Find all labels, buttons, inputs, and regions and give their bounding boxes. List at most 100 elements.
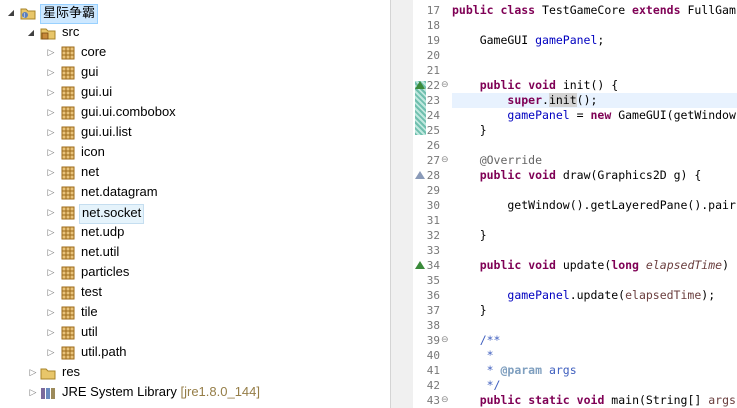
- fold-toggle-icon[interactable]: ⊖: [441, 393, 451, 408]
- package-label[interactable]: gui.ui.combobox: [79, 103, 178, 121]
- expand-arrow-icon[interactable]: ▷: [46, 343, 56, 363]
- expand-arrow-icon[interactable]: ▷: [46, 323, 56, 343]
- tree-item-res[interactable]: ▷ res: [0, 363, 390, 383]
- expand-arrow-icon[interactable]: ▷: [46, 103, 56, 123]
- tree-item-src[interactable]: ◢ src: [0, 23, 390, 43]
- expand-arrow-icon[interactable]: ▷: [46, 243, 56, 263]
- code-line-19: GameGUI gamePanel;: [452, 33, 605, 47]
- jre-label[interactable]: JRE System Library [jre1.8.0_144]: [60, 383, 262, 401]
- tree-item-jre[interactable]: ▷ JRE System Library [jre1.8.0_144]: [0, 383, 390, 403]
- fold-toggle-icon[interactable]: ⊖: [441, 333, 451, 348]
- expand-arrow-icon[interactable]: ▷: [46, 223, 56, 243]
- src-label[interactable]: src: [60, 23, 81, 41]
- tree-item-package[interactable]: ▷ core: [0, 43, 390, 63]
- package-icon: [61, 326, 75, 340]
- tree-item-package[interactable]: ▷ particles: [0, 263, 390, 283]
- package-label[interactable]: gui.ui: [79, 83, 114, 101]
- expand-arrow-icon[interactable]: ▷: [46, 263, 56, 283]
- expand-arrow-icon[interactable]: ▷: [46, 283, 56, 303]
- expand-arrow-icon[interactable]: ▷: [28, 383, 38, 403]
- expand-arrow-icon[interactable]: ▷: [46, 303, 56, 323]
- code-line-25: }: [452, 123, 487, 137]
- view-divider[interactable]: [390, 0, 414, 408]
- expand-arrow-icon[interactable]: ▷: [46, 163, 56, 183]
- tree-item-package[interactable]: ▷ net.datagram: [0, 183, 390, 203]
- expand-arrow-icon[interactable]: ▷: [46, 63, 56, 83]
- tree-item-package[interactable]: ▷ net.util: [0, 243, 390, 263]
- tree-item-package[interactable]: ▷ icon: [0, 143, 390, 163]
- jre-version: [jre1.8.0_144]: [180, 384, 261, 399]
- tree-item-package[interactable]: ▷ util.path: [0, 343, 390, 363]
- line-number: 26: [426, 139, 440, 152]
- line-number: 29: [426, 184, 440, 197]
- package-label[interactable]: net.udp: [79, 223, 126, 241]
- package-label[interactable]: net.socket: [79, 204, 145, 224]
- line-number: 30: [426, 199, 440, 212]
- package-label[interactable]: gui: [79, 63, 100, 81]
- line-number: 34: [413, 258, 452, 273]
- fold-toggle-icon[interactable]: ⊖: [441, 153, 451, 168]
- tree-item-package[interactable]: ▷ test: [0, 283, 390, 303]
- expand-arrow-icon[interactable]: ▷: [46, 143, 56, 163]
- implements-marker-icon[interactable]: [415, 171, 425, 179]
- package-icon: [61, 246, 75, 260]
- package-icon: [61, 46, 75, 60]
- package-label[interactable]: net.util: [79, 243, 121, 261]
- tree-item-package[interactable]: ▷ tile: [0, 303, 390, 323]
- package-icon: [61, 66, 75, 80]
- package-label[interactable]: test: [79, 283, 104, 301]
- package-icon: [61, 106, 75, 120]
- expand-arrow-icon[interactable]: ▷: [46, 83, 56, 103]
- tree-item-package[interactable]: ▷ net.udp: [0, 223, 390, 243]
- package-label[interactable]: net: [79, 163, 101, 181]
- expand-arrow-icon[interactable]: ▷: [28, 363, 38, 383]
- package-label[interactable]: util: [79, 323, 100, 341]
- code-editor[interactable]: public class TestGameCore extends FullGa…: [452, 0, 737, 408]
- package-explorer: ◢ J 星际争霸 ◢ src ▷ core ▷ gui ▷ gui.ui ▷ gui.ui.c…: [0, 0, 390, 408]
- tree-item-package[interactable]: ▷ net: [0, 163, 390, 183]
- project-label[interactable]: 星际争霸: [40, 4, 99, 24]
- expand-arrow-icon[interactable]: ▷: [46, 43, 56, 63]
- package-label[interactable]: util.path: [79, 343, 129, 361]
- line-number: 32: [426, 229, 440, 242]
- package-icon: [61, 186, 75, 200]
- line-number: 19: [426, 34, 440, 47]
- code-line-30: getWindow().getLayeredPane().pair: [452, 198, 736, 212]
- code-line-41: * @param args: [452, 363, 577, 377]
- package-label[interactable]: tile: [79, 303, 100, 321]
- override-marker-icon[interactable]: [415, 81, 425, 89]
- line-number: 21: [426, 64, 440, 77]
- expand-arrow-icon[interactable]: ▷: [46, 123, 56, 143]
- tree-item-package[interactable]: ▷ gui.ui.list: [0, 123, 390, 143]
- line-number: 37: [426, 304, 440, 317]
- package-icon: [61, 166, 75, 180]
- tree-item-package[interactable]: ▷ gui: [0, 63, 390, 83]
- code-line-42: */: [452, 378, 501, 392]
- expand-arrow-icon[interactable]: ▷: [46, 203, 56, 223]
- package-icon: [61, 146, 75, 160]
- tree-item-package[interactable]: ▷ gui.ui.combobox: [0, 103, 390, 123]
- library-icon: [41, 388, 55, 399]
- line-number: 36: [426, 289, 440, 302]
- fold-toggle-icon[interactable]: ⊖: [441, 78, 451, 93]
- override-marker-icon[interactable]: [415, 261, 425, 269]
- package-label[interactable]: gui.ui.list: [79, 123, 134, 141]
- tree-item-package[interactable]: ▷ net.socket: [0, 203, 390, 224]
- package-icon: [61, 226, 75, 240]
- collapse-arrow-icon[interactable]: ◢: [6, 3, 16, 23]
- tree-item-project[interactable]: ◢ J 星际争霸: [0, 3, 390, 24]
- package-label[interactable]: net.datagram: [79, 183, 160, 201]
- expand-arrow-icon[interactable]: ▷: [46, 183, 56, 203]
- line-number: 41: [426, 364, 440, 377]
- tree-item-package[interactable]: ▷ gui.ui: [0, 83, 390, 103]
- package-label[interactable]: core: [79, 43, 108, 61]
- collapse-arrow-icon[interactable]: ◢: [26, 23, 36, 43]
- code-line-17: public class TestGameCore extends FullGa…: [452, 3, 736, 17]
- package-label[interactable]: particles: [79, 263, 131, 281]
- package-label[interactable]: icon: [79, 143, 107, 161]
- line-number: 43 ⊖: [413, 393, 452, 408]
- res-label[interactable]: res: [60, 363, 82, 381]
- tree-item-package[interactable]: ▷ util: [0, 323, 390, 343]
- code-line-39: /**: [452, 333, 501, 347]
- jre-name: JRE System Library: [62, 384, 177, 399]
